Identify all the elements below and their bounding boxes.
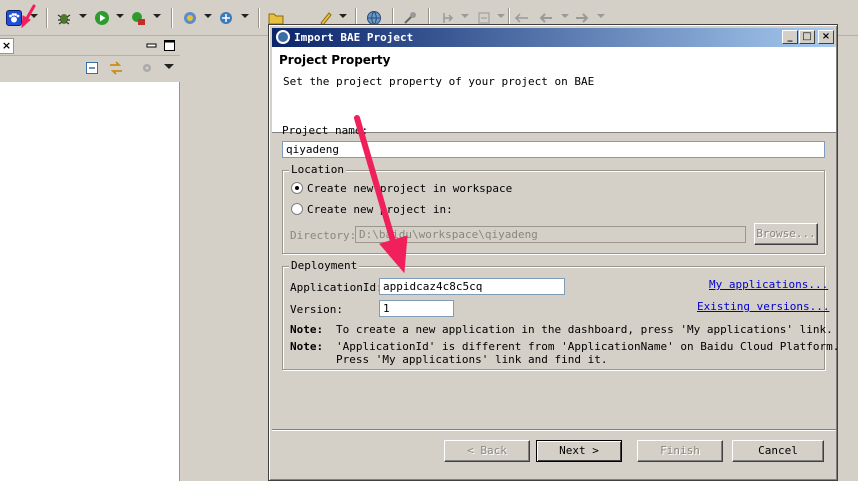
new-server-icon[interactable] — [218, 10, 234, 26]
note-2-text-line1: 'ApplicationId' is different from 'Appli… — [336, 340, 840, 353]
external-tools-icon[interactable] — [130, 10, 146, 26]
custom-location-radio[interactable] — [291, 203, 303, 215]
view-menu-dropdown-icon[interactable] — [164, 64, 174, 69]
view-toolbar — [0, 56, 180, 82]
forward-dropdown-icon[interactable] — [597, 14, 605, 18]
custom-location-radio-label[interactable]: Create new project in: — [307, 203, 453, 216]
package-explorer-view: × — [0, 36, 180, 481]
existing-versions-link[interactable]: Existing versions... — [697, 300, 829, 313]
back-button[interactable]: < Back — [444, 440, 530, 462]
search-dropdown-icon[interactable] — [339, 14, 347, 18]
cancel-button[interactable]: Cancel — [732, 440, 824, 462]
close-button[interactable]: × — [818, 30, 834, 44]
directory-input[interactable]: D:\baidu\workspace\qiyadeng — [355, 226, 746, 243]
dialog-title-bar[interactable]: Import BAE Project _ □ × — [272, 28, 834, 47]
maximize-button[interactable]: □ — [799, 30, 815, 44]
baidu-dropdown-icon[interactable] — [30, 14, 38, 18]
back-dropdown-icon[interactable] — [561, 14, 569, 18]
view-header: × — [0, 36, 180, 56]
wizard-header: Project Property Set the project propert… — [272, 47, 836, 133]
location-legend: Location — [289, 163, 346, 176]
new-wizard-icon[interactable] — [182, 10, 198, 26]
toolbar-separator — [46, 8, 48, 28]
eclipse-icon — [276, 30, 290, 44]
collapse-all-icon[interactable] — [86, 62, 98, 74]
wizard-page-description: Set the project property of your project… — [283, 75, 595, 88]
debug-dropdown-icon[interactable] — [79, 14, 87, 18]
project-name-input[interactable]: qiyadeng — [282, 141, 825, 158]
next-button[interactable]: Next > — [536, 440, 622, 462]
note-1-label: Note: — [290, 323, 324, 336]
toolbar-separator — [258, 8, 260, 28]
debug-icon[interactable] — [56, 10, 72, 26]
workspace-radio-label[interactable]: Create new project in workspace — [307, 182, 512, 195]
note-2-label: Note: — [290, 340, 324, 353]
dialog-title: Import BAE Project — [294, 31, 414, 44]
deployment-legend: Deployment — [289, 259, 360, 272]
minimize-button[interactable]: _ — [782, 30, 798, 44]
new-server-dropdown-icon[interactable] — [241, 14, 249, 18]
workspace-radio[interactable] — [291, 182, 303, 194]
import-bae-project-dialog: Import BAE Project _ □ × Project Propert… — [268, 24, 840, 481]
run-icon[interactable] — [94, 10, 110, 26]
link-with-editor-icon[interactable] — [108, 60, 124, 76]
application-id-input[interactable]: appidcaz4c8c5cq — [379, 278, 565, 295]
browse-button[interactable]: Browse... — [754, 223, 818, 245]
toolbar-separator — [171, 8, 173, 28]
view-menu-gear-icon[interactable] — [140, 61, 154, 75]
external-tools-dropdown-icon[interactable] — [153, 14, 161, 18]
finish-button[interactable]: Finish — [637, 440, 723, 462]
my-applications-link[interactable]: My applications... — [709, 278, 828, 291]
button-bar-separator — [272, 429, 836, 431]
next-annotation-dropdown-icon[interactable] — [461, 14, 469, 18]
version-input[interactable]: 1 — [379, 300, 454, 317]
note-2-text-line2: Press 'My applications' link and find it… — [336, 353, 608, 366]
project-name-label: Project name: — [282, 124, 369, 137]
note-1-text: To create a new application in the dashb… — [336, 323, 833, 336]
wizard-page-title: Project Property — [279, 53, 391, 67]
view-minimize-icon[interactable] — [146, 40, 157, 51]
view-close-icon[interactable]: × — [0, 38, 14, 54]
run-dropdown-icon[interactable] — [116, 14, 124, 18]
baidu-paw-icon[interactable] — [6, 10, 22, 26]
prev-annotation-dropdown-icon[interactable] — [497, 14, 505, 18]
view-maximize-icon[interactable] — [164, 40, 175, 51]
new-wizard-dropdown-icon[interactable] — [204, 14, 212, 18]
version-label: Version: — [290, 303, 343, 316]
directory-label: Directory: — [290, 229, 357, 242]
application-id-label: ApplicationId: — [290, 281, 383, 294]
